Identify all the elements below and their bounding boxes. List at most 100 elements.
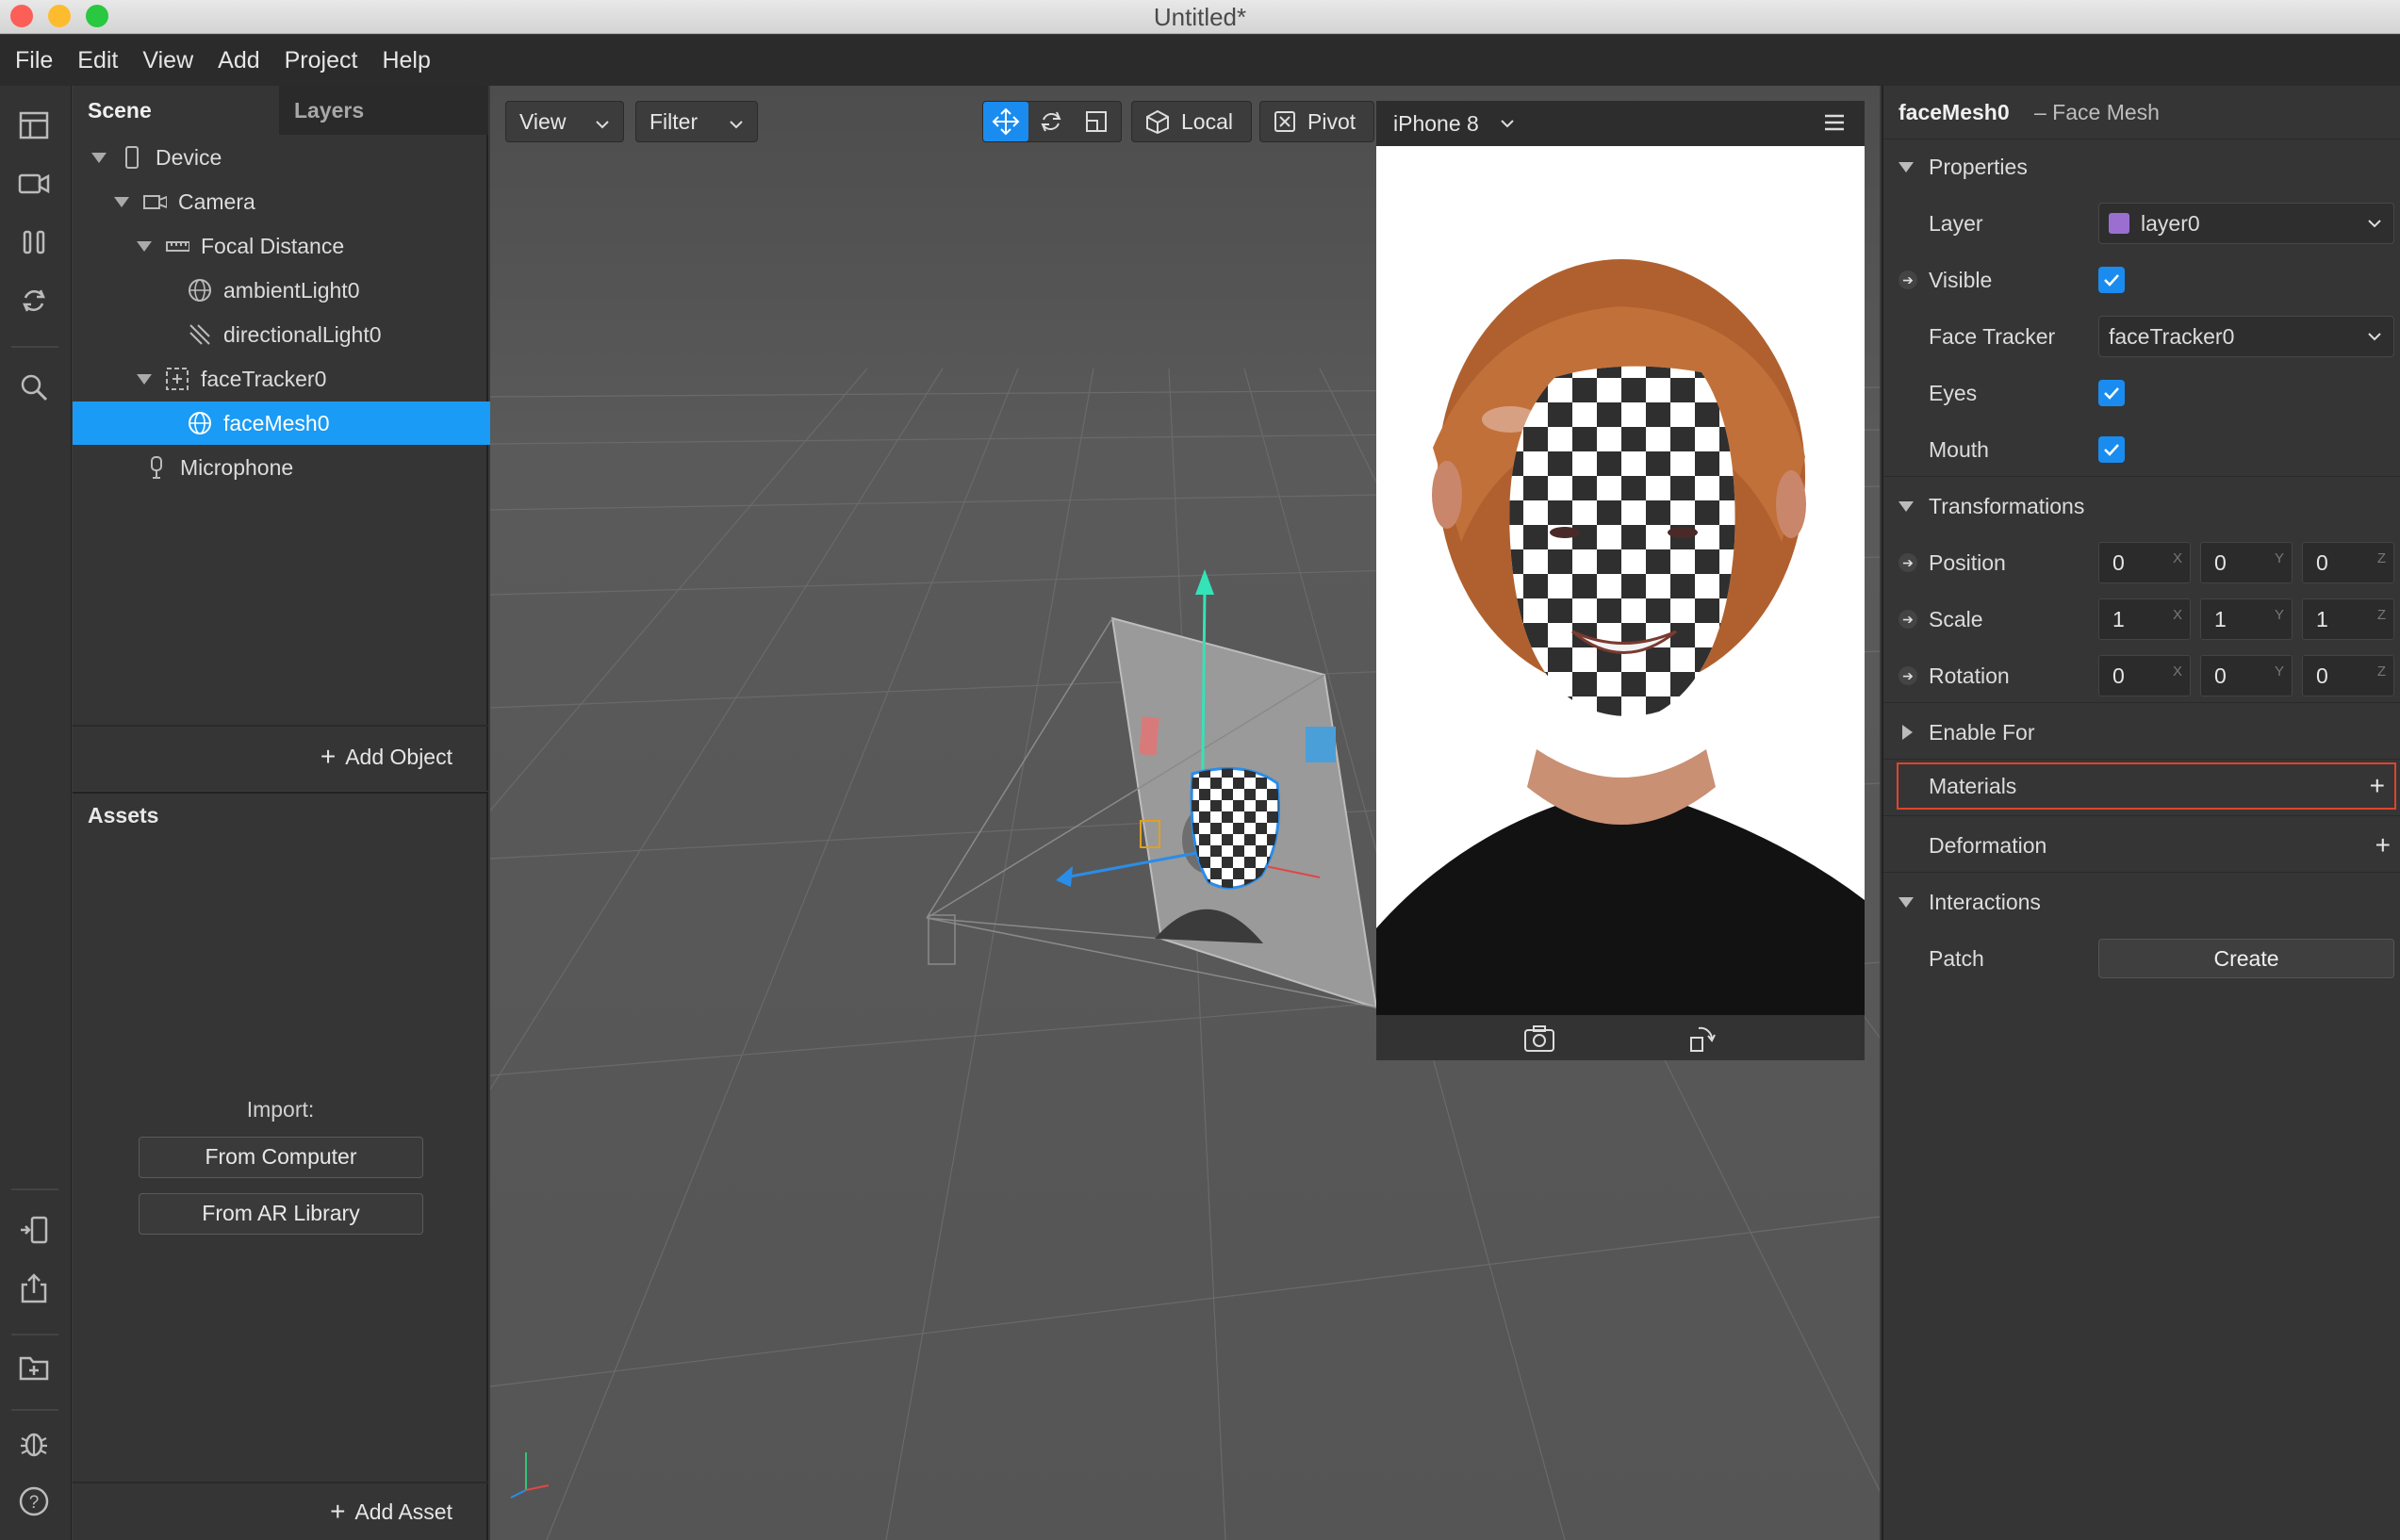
switch-camera-icon[interactable] — [1523, 1024, 1555, 1057]
tab-scene[interactable]: Scene — [73, 86, 279, 135]
tree-item-microphone[interactable]: Microphone — [73, 446, 560, 489]
enable-for-section-header[interactable]: Enable For — [1883, 704, 2400, 761]
properties-section-header[interactable]: Properties — [1883, 139, 2400, 195]
assets-title: Assets — [88, 803, 159, 827]
pause-columns-icon[interactable] — [15, 223, 53, 261]
tree-item-device[interactable]: Device — [73, 136, 507, 179]
svg-text:?: ? — [29, 1493, 40, 1513]
tree-item-camera[interactable]: Camera — [73, 180, 530, 223]
assets-panel: Assets Import: From Computer From AR Lib… — [73, 792, 488, 1540]
tab-layers[interactable]: Layers — [279, 86, 488, 135]
menu-help[interactable]: Help — [382, 47, 430, 74]
search-icon[interactable] — [15, 369, 53, 406]
directional-light-icon — [188, 322, 212, 347]
connect-arrow-icon[interactable]: ➔ — [1899, 553, 1917, 572]
ruler-icon — [165, 234, 189, 258]
scale-x-field[interactable]: 1X — [2098, 598, 2191, 640]
materials-row[interactable]: Materials + — [1897, 762, 2396, 810]
connect-arrow-icon[interactable]: ➔ — [1899, 610, 1917, 629]
inspector-panel: faceMesh0 – Face Mesh Properties Layer l… — [1882, 86, 2400, 1540]
expand-caret-icon[interactable] — [137, 373, 152, 385]
add-asset-button[interactable]: + Add Asset — [330, 1497, 452, 1527]
local-space-button[interactable]: Local — [1131, 101, 1252, 142]
simulator-header: iPhone 8 — [1376, 101, 1865, 146]
pivot-button[interactable]: Pivot — [1259, 101, 1374, 142]
move-tool-icon[interactable] — [983, 102, 1028, 141]
visible-row: ➔ Visible — [1883, 252, 2400, 308]
add-folder-icon[interactable] — [15, 1349, 53, 1386]
globe-icon — [188, 411, 212, 435]
from-computer-button[interactable]: From Computer — [139, 1137, 423, 1178]
face-tracker-icon — [165, 367, 189, 391]
layer-dropdown[interactable]: layer0 — [2098, 203, 2394, 244]
device-simulator: iPhone 8 — [1376, 101, 1865, 1060]
interactions-section-header[interactable]: Interactions — [1883, 874, 2400, 930]
rotation-y-field[interactable]: 0Y — [2200, 655, 2293, 696]
scene-panel: Scene Layers Device Camera Focal Distanc… — [73, 86, 603, 791]
send-to-device-icon[interactable] — [15, 1211, 53, 1249]
menu-edit[interactable]: Edit — [77, 47, 118, 74]
face-tracker-dropdown[interactable]: faceTracker0 — [2098, 316, 2394, 357]
layout-icon[interactable] — [15, 106, 53, 144]
create-patch-button[interactable]: Create — [2098, 939, 2394, 978]
rotation-z-field[interactable]: 0Z — [2302, 655, 2394, 696]
connect-arrow-icon[interactable]: ➔ — [1899, 270, 1917, 289]
collapse-caret-icon[interactable] — [1899, 896, 1914, 908]
camera-preview[interactable] — [1376, 146, 1865, 1015]
bug-icon[interactable] — [15, 1424, 53, 1462]
expand-caret-icon[interactable] — [1902, 725, 1913, 740]
rotate-tool-icon[interactable] — [1028, 102, 1074, 141]
position-y-field[interactable]: 0Y — [2200, 542, 2293, 583]
plus-icon: + — [330, 1497, 346, 1526]
rotate-device-icon[interactable] — [1687, 1024, 1716, 1057]
visible-checkbox[interactable] — [2098, 267, 2125, 293]
phone-icon — [120, 145, 144, 170]
globe-icon — [188, 278, 212, 303]
chevron-down-icon — [2367, 332, 2382, 341]
mouth-row: Mouth — [1883, 421, 2400, 478]
position-z-field[interactable]: 0Z — [2302, 542, 2394, 583]
scale-tool-icon[interactable] — [1074, 102, 1119, 141]
tree-item-face-tracker[interactable]: faceTracker0 — [73, 357, 552, 401]
tree-item-focal-distance[interactable]: Focal Distance — [73, 224, 552, 268]
add-material-icon[interactable]: + — [2370, 771, 2385, 801]
microphone-icon — [144, 455, 169, 480]
video-camera-icon[interactable] — [15, 165, 53, 203]
add-object-button[interactable]: + Add Object — [321, 742, 452, 772]
position-row: ➔ Position 0X 0Y 0Z — [1883, 534, 2400, 591]
share-icon[interactable] — [15, 1270, 53, 1307]
camera-icon — [142, 189, 167, 214]
expand-caret-icon[interactable] — [114, 196, 129, 207]
expand-caret-icon[interactable] — [91, 152, 107, 163]
rotation-x-field[interactable]: 0X — [2098, 655, 2191, 696]
hamburger-menu-icon[interactable] — [1823, 112, 1846, 138]
view-menu-button[interactable]: View — [505, 101, 624, 142]
from-ar-library-button[interactable]: From AR Library — [139, 1193, 423, 1235]
collapse-caret-icon[interactable] — [1899, 500, 1914, 512]
collapse-caret-icon[interactable] — [1899, 161, 1914, 172]
transformations-section-header[interactable]: Transformations — [1883, 478, 2400, 534]
expand-caret-icon[interactable] — [137, 240, 152, 252]
deformation-row[interactable]: Deformation + — [1883, 817, 2400, 874]
patch-row: Patch Create — [1883, 930, 2400, 987]
menu-project[interactable]: Project — [285, 47, 358, 74]
menu-view[interactable]: View — [142, 47, 193, 74]
position-x-field[interactable]: 0X — [2098, 542, 2191, 583]
connect-arrow-icon[interactable]: ➔ — [1899, 666, 1917, 685]
add-deformation-icon[interactable]: + — [2375, 830, 2391, 860]
cube-icon — [1145, 109, 1170, 134]
help-icon[interactable]: ? — [15, 1483, 53, 1520]
face-tracker-row: Face Tracker faceTracker0 — [1883, 308, 2400, 365]
scale-z-field[interactable]: 1Z — [2302, 598, 2394, 640]
eyes-checkbox[interactable] — [2098, 380, 2125, 406]
inspector-header: faceMesh0 – Face Mesh — [1883, 86, 2400, 139]
menu-file[interactable]: File — [15, 47, 53, 74]
mouth-checkbox[interactable] — [2098, 436, 2125, 463]
menu-add[interactable]: Add — [218, 47, 259, 74]
scale-y-field[interactable]: 1Y — [2200, 598, 2293, 640]
refresh-icon[interactable] — [15, 282, 53, 319]
filter-menu-button[interactable]: Filter — [635, 101, 758, 142]
object-type: – Face Mesh — [2034, 99, 2160, 124]
device-selector[interactable]: iPhone 8 — [1393, 101, 1515, 146]
scale-row: ➔ Scale 1X 1Y 1Z — [1883, 591, 2400, 647]
